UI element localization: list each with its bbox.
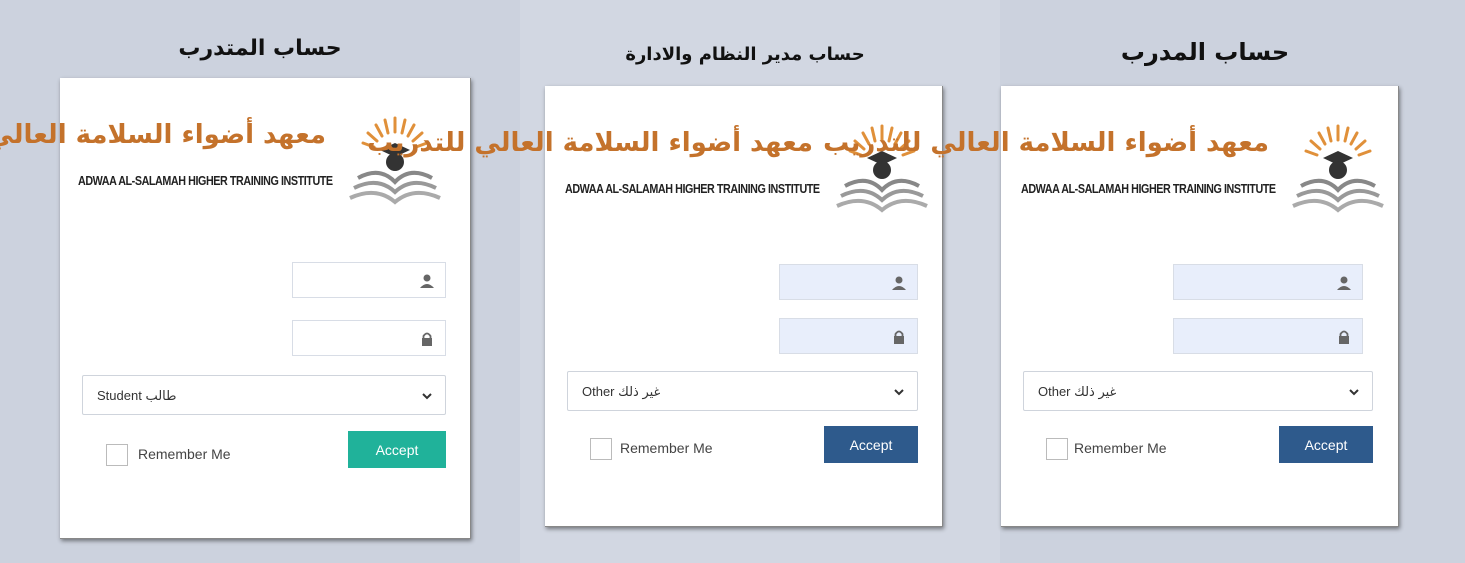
remember-me-label: Remember Me (1074, 440, 1167, 456)
lock-icon (894, 330, 904, 344)
username-input[interactable] (779, 264, 918, 300)
accept-button[interactable]: Accept (348, 431, 446, 468)
account-type-select[interactable]: غير ذلك Other (567, 371, 918, 411)
logo-arabic-text: معهد أضواء السلامة العالي للتدريب (367, 128, 813, 158)
account-type-value: طالب Student (97, 388, 177, 403)
account-type-value: غير ذلك Other (582, 384, 661, 399)
panel-title-admin: حساب مدير النظام والادارة (625, 44, 865, 65)
remember-me-checkbox[interactable] (1046, 438, 1068, 460)
account-type-select[interactable]: غير ذلك Other (1023, 371, 1373, 411)
chevron-down-icon (894, 389, 904, 396)
chevron-down-icon (1349, 389, 1359, 396)
logo-arabic-text: معهد أضواء السلامة العالي للتدريب (0, 120, 326, 150)
password-input[interactable] (779, 318, 918, 354)
chevron-down-icon (422, 393, 432, 400)
login-card-trainer: معهد أضواء السلامة العالي للتدريب ADWAA … (823, 86, 1399, 527)
institute-logo: معهد أضواء السلامة العالي للتدريب ADWAA … (823, 124, 1391, 226)
accept-button[interactable]: Accept (1279, 426, 1373, 463)
institute-emblem-icon (349, 116, 441, 205)
username-input[interactable] (1173, 264, 1363, 300)
panel-title-trainer: حساب المدرب (1120, 38, 1290, 66)
user-icon (420, 274, 434, 288)
account-type-select[interactable]: طالب Student (82, 375, 446, 415)
password-input[interactable] (292, 320, 446, 356)
username-input[interactable] (292, 262, 446, 298)
panel-title-trainee: حساب المتدرب (178, 36, 342, 61)
remember-me-checkbox[interactable] (590, 438, 612, 460)
account-type-value: غير ذلك Other (1038, 384, 1117, 399)
remember-me-label: Remember Me (620, 440, 713, 456)
logo-english-text: ADWAA AL-SALAMAH HIGHER TRAINING INSTITU… (565, 182, 820, 196)
user-icon (1337, 276, 1351, 290)
logo-arabic-text: معهد أضواء السلامة العالي للتدريب (823, 128, 1269, 158)
user-icon (892, 276, 906, 290)
lock-icon (1339, 330, 1349, 344)
logo-english-text: ADWAA AL-SALAMAH HIGHER TRAINING INSTITU… (1021, 182, 1276, 196)
logo-english-text: ADWAA AL-SALAMAH HIGHER TRAINING INSTITU… (78, 174, 333, 188)
remember-me-checkbox[interactable] (106, 444, 128, 466)
remember-me-label: Remember Me (138, 446, 231, 462)
password-input[interactable] (1173, 318, 1363, 354)
institute-emblem-icon (1292, 124, 1384, 213)
accept-button[interactable]: Accept (824, 426, 918, 463)
lock-icon (422, 332, 432, 346)
